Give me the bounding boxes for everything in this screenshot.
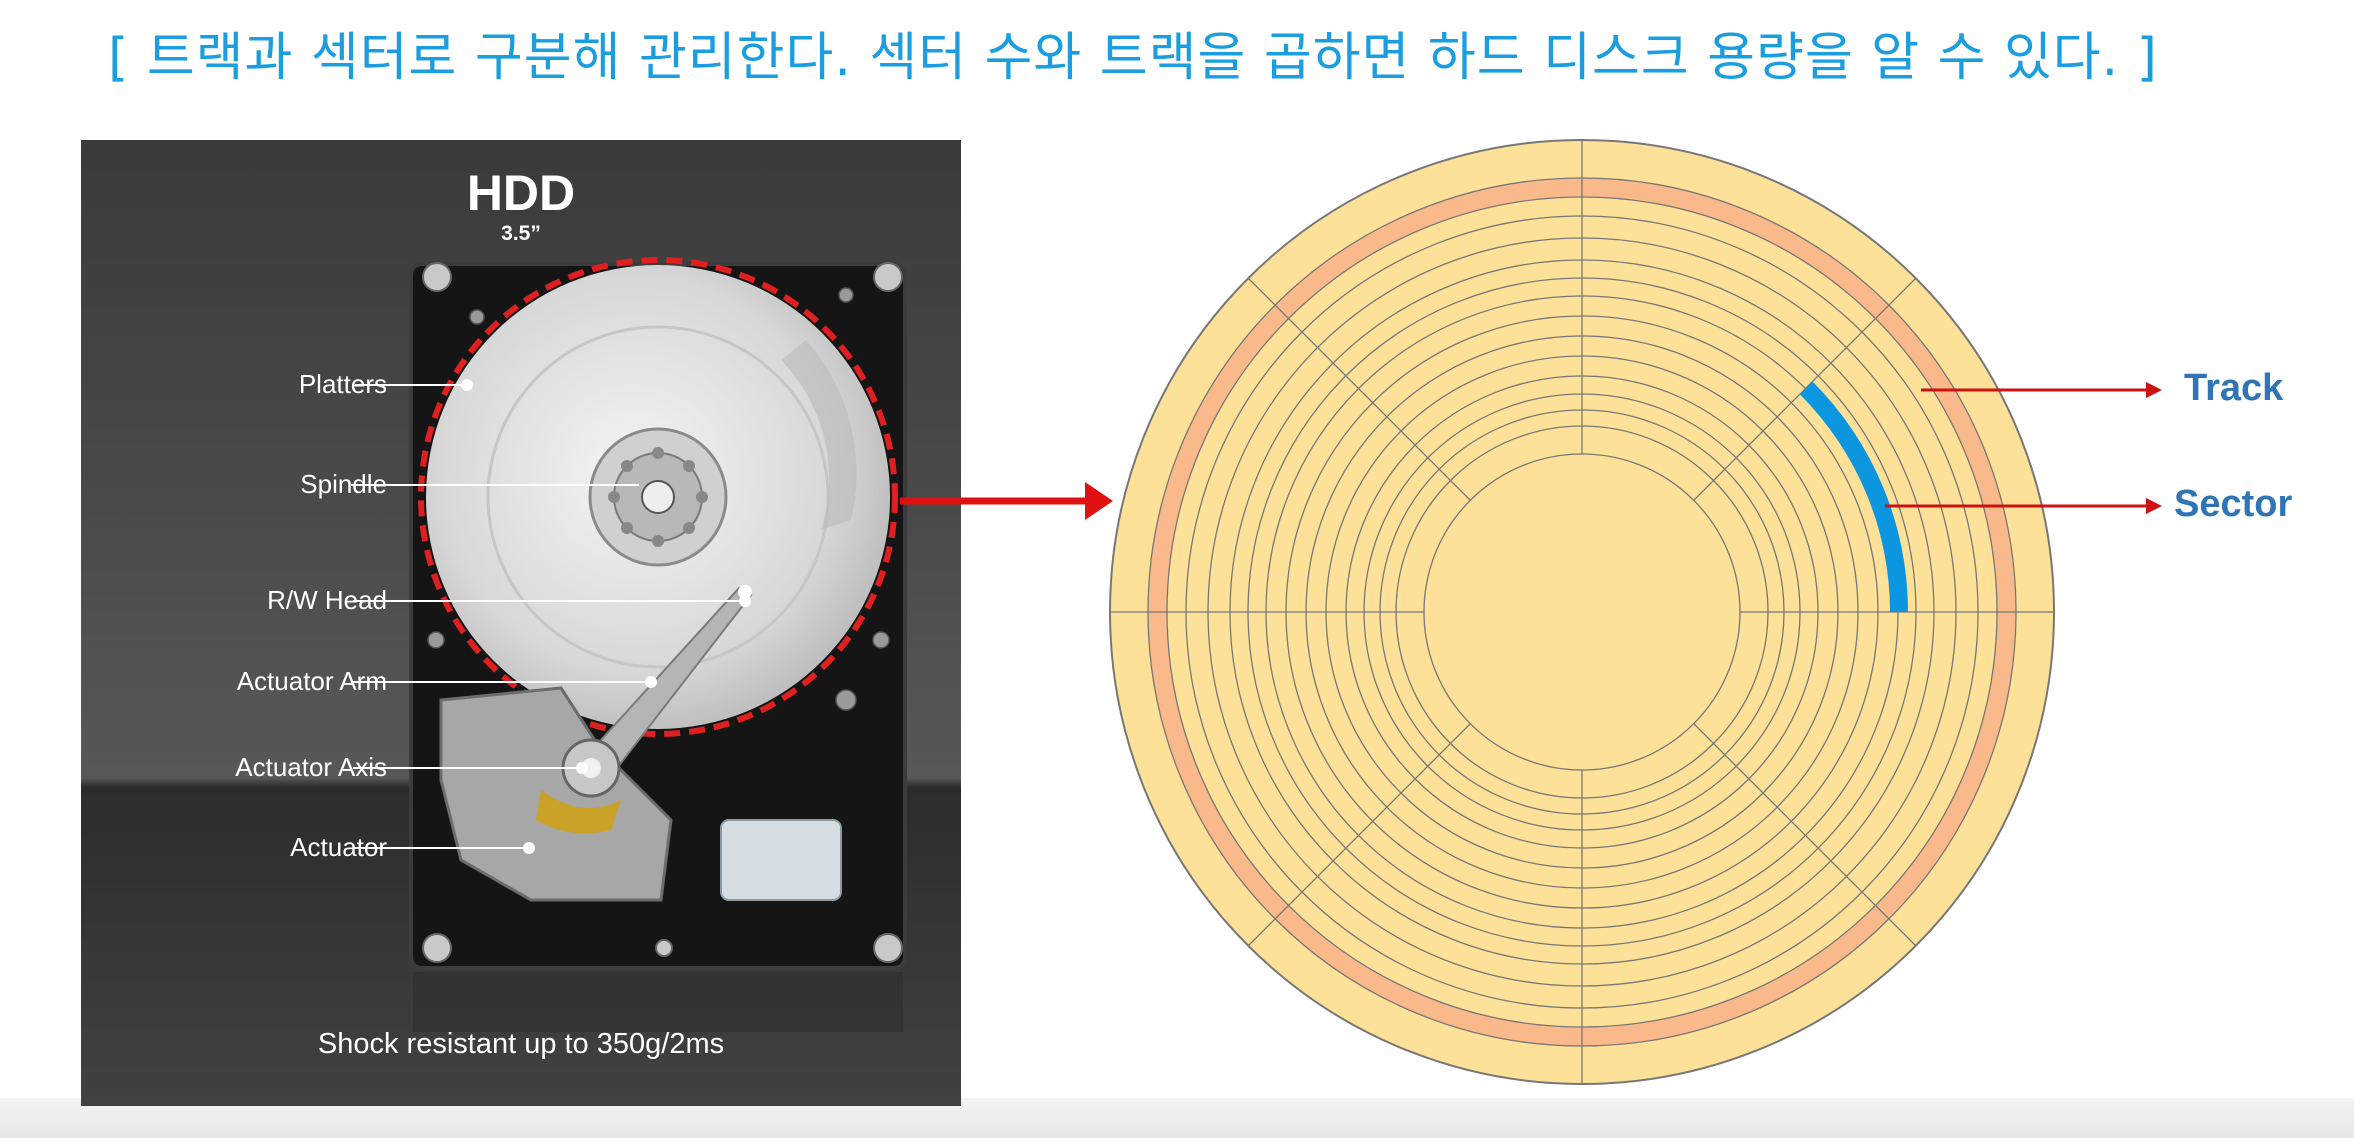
disk-diagram [900,139,2162,1085]
zoom-arrow [900,482,1113,520]
track-label: Track [2184,367,2284,409]
sector-label: Sector [2174,483,2293,525]
platter-disk [1109,139,2055,1085]
